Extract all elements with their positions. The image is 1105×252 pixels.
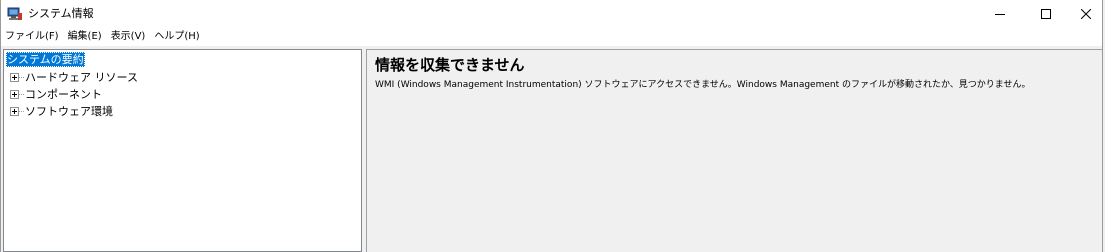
menu-view[interactable]: 表示(V) xyxy=(107,30,151,44)
error-message: WMI (Windows Management Instrumentation)… xyxy=(375,80,1031,90)
window-title: システム情報 xyxy=(28,7,94,20)
expand-plus-icon[interactable] xyxy=(10,90,19,99)
system-info-icon xyxy=(7,7,22,20)
tree-item-label: ソフトウェア環境 xyxy=(25,105,113,118)
category-tree: システムの要約 ハードウェア リソース コンポーネント ソフトウェア環境 xyxy=(6,52,138,120)
menu-bar: ファイル(F) 編集(E) 表示(V) ヘルプ(H) xyxy=(1,28,1102,46)
minimize-button[interactable] xyxy=(977,0,1023,28)
tree-item-system-summary[interactable]: システムの要約 xyxy=(6,52,85,67)
menu-help[interactable]: ヘルプ(H) xyxy=(150,30,204,44)
expand-plus-icon[interactable] xyxy=(10,73,19,82)
tree-item-label: コンポーネント xyxy=(25,88,102,101)
error-title: 情報を収集できません xyxy=(375,56,525,74)
category-tree-pane[interactable]: システムの要約 ハードウェア リソース コンポーネント ソフトウェア環境 xyxy=(3,49,362,252)
maximize-button[interactable] xyxy=(1023,0,1069,28)
tree-item-hardware-resources[interactable]: ハードウェア リソース xyxy=(6,69,138,86)
tree-connector xyxy=(19,94,24,95)
tree-connector xyxy=(19,77,24,78)
system-information-window: システム情報 ファイル(F) 編集(E) 表示(V) ヘルプ(H) システムの要… xyxy=(0,0,1103,252)
minimize-icon xyxy=(995,14,1005,15)
tree-item-components[interactable]: コンポーネント xyxy=(6,86,102,103)
tree-item-software-environment[interactable]: ソフトウェア環境 xyxy=(6,103,113,120)
expand-plus-icon[interactable] xyxy=(10,107,19,116)
tree-connector xyxy=(19,111,24,112)
menu-edit[interactable]: 編集(E) xyxy=(64,30,107,44)
client-area: システムの要約 ハードウェア リソース コンポーネント ソフトウェア環境 情報を… xyxy=(1,46,1102,252)
menu-file[interactable]: ファイル(F) xyxy=(1,30,64,44)
maximize-icon xyxy=(1041,9,1051,19)
tree-children: ハードウェア リソース コンポーネント ソフトウェア環境 xyxy=(6,69,138,120)
tree-item-label: ハードウェア リソース xyxy=(25,71,138,84)
details-pane: 情報を収集できません WMI (Windows Management Instr… xyxy=(366,49,1102,252)
title-bar[interactable]: システム情報 xyxy=(1,0,1102,28)
close-icon xyxy=(1080,9,1091,19)
close-button[interactable] xyxy=(1069,0,1102,28)
